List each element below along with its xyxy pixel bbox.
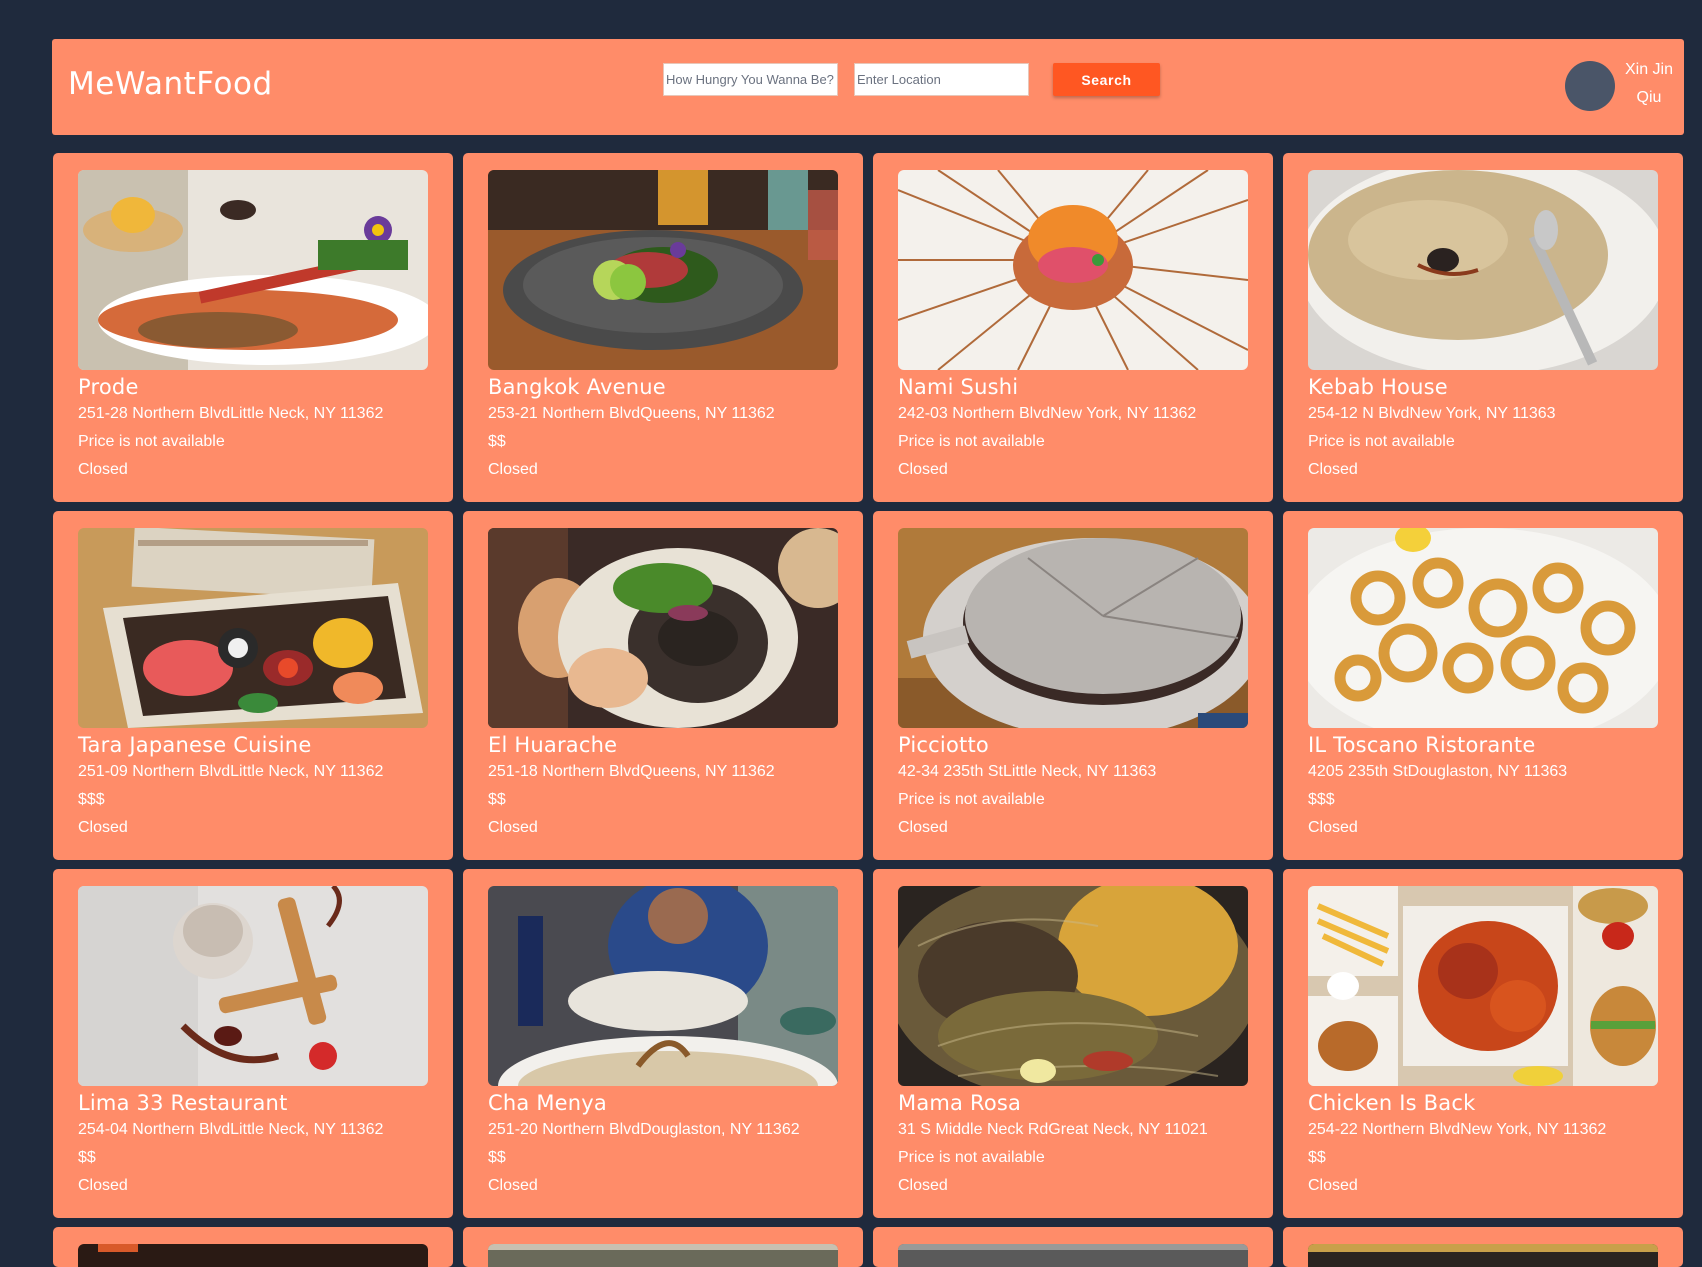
- restaurant-address: 251-18 Northern BlvdQueens, NY 11362: [488, 763, 775, 780]
- restaurant-price: $$: [1308, 1149, 1326, 1166]
- restaurant-price: $$: [78, 1149, 96, 1166]
- restaurant-card[interactable]: Bangkok Avenue 253-21 Northern BlvdQueen…: [463, 153, 863, 502]
- restaurant-card[interactable]: Picciotto 42-34 235th StLittle Neck, NY …: [873, 511, 1273, 860]
- restaurant-address: 4205 235th StDouglaston, NY 11363: [1308, 763, 1568, 780]
- restaurant-address: 253-21 Northern BlvdQueens, NY 11362: [488, 405, 775, 422]
- restaurant-card[interactable]: Lima 33 Restaurant 254-04 Northern BlvdL…: [53, 869, 453, 1218]
- sushi-box-photo[interactable]: [78, 528, 428, 728]
- restaurant-status: Closed: [898, 461, 948, 478]
- restaurant-address: 254-22 Northern BlvdNew York, NY 11362: [1308, 1121, 1607, 1138]
- restaurant-address: 251-09 Northern BlvdLittle Neck, NY 1136…: [78, 763, 384, 780]
- ice-cream-dessert-photo[interactable]: [78, 886, 428, 1086]
- brand-logo[interactable]: MeWantFood: [68, 66, 273, 102]
- plate-with-lime-photo[interactable]: [488, 170, 838, 370]
- restaurant-status: Closed: [898, 1177, 948, 1194]
- hunger-search-input[interactable]: [663, 63, 838, 96]
- restaurant-grid: Prode 251-28 Northern BlvdLittle Neck, N…: [53, 153, 1683, 1267]
- restaurant-name[interactable]: Lima 33 Restaurant: [78, 1090, 288, 1116]
- restaurant-status: Closed: [78, 819, 128, 836]
- sugar-cake-photo[interactable]: [898, 528, 1248, 728]
- restaurant-card[interactable]: IL Toscano Ristorante 4205 235th StDougl…: [1283, 511, 1683, 860]
- restaurant-photo[interactable]: [1308, 1244, 1658, 1267]
- restaurant-card[interactable]: [463, 1227, 863, 1267]
- restaurant-address: 254-12 N BlvdNew York, NY 11363: [1308, 405, 1556, 422]
- restaurant-status: Closed: [78, 461, 128, 478]
- restaurant-card[interactable]: Chicken Is Back 254-22 Northern BlvdNew …: [1283, 869, 1683, 1218]
- restaurant-status: Closed: [488, 461, 538, 478]
- restaurant-price: $$: [488, 791, 506, 808]
- restaurant-status: Closed: [488, 1177, 538, 1194]
- search-button[interactable]: Search: [1053, 63, 1160, 96]
- restaurant-price: Price is not available: [898, 791, 1045, 808]
- restaurant-photo[interactable]: [78, 1244, 428, 1267]
- restaurant-name[interactable]: Nami Sushi: [898, 374, 1018, 400]
- fried-chicken-spread-photo[interactable]: [1308, 886, 1658, 1086]
- restaurant-address: 42-34 235th StLittle Neck, NY 11363: [898, 763, 1157, 780]
- restaurant-name[interactable]: Mama Rosa: [898, 1090, 1021, 1116]
- restaurant-name[interactable]: Picciotto: [898, 732, 989, 758]
- grilled-seafood-photo[interactable]: [78, 170, 428, 370]
- restaurant-name[interactable]: Prode: [78, 374, 139, 400]
- restaurant-name[interactable]: IL Toscano Ristorante: [1308, 732, 1535, 758]
- restaurant-card[interactable]: El Huarache 251-18 Northern BlvdQueens, …: [463, 511, 863, 860]
- restaurant-price: $$$: [1308, 791, 1335, 808]
- hummus-bowl-photo[interactable]: [1308, 170, 1658, 370]
- restaurant-card[interactable]: [1283, 1227, 1683, 1267]
- restaurant-address: 251-28 Northern BlvdLittle Neck, NY 1136…: [78, 405, 384, 422]
- ramen-bowl-photo[interactable]: [488, 886, 838, 1086]
- restaurant-price: Price is not available: [1308, 433, 1455, 450]
- restaurant-card[interactable]: [53, 1227, 453, 1267]
- user-name: Xin Jin Qiu: [1624, 61, 1674, 106]
- restaurant-name[interactable]: El Huarache: [488, 732, 617, 758]
- restaurant-price: Price is not available: [898, 433, 1045, 450]
- restaurant-status: Closed: [78, 1177, 128, 1194]
- restaurant-card[interactable]: [873, 1227, 1273, 1267]
- restaurant-card[interactable]: Kebab House 254-12 N BlvdNew York, NY 11…: [1283, 153, 1683, 502]
- restaurant-card[interactable]: Mama Rosa 31 S Middle Neck RdGreat Neck,…: [873, 869, 1273, 1218]
- restaurant-card[interactable]: Tara Japanese Cuisine 251-09 Northern Bl…: [53, 511, 453, 860]
- restaurant-price: Price is not available: [78, 433, 225, 450]
- restaurant-photo[interactable]: [898, 1244, 1248, 1267]
- restaurant-address: 254-04 Northern BlvdLittle Neck, NY 1136…: [78, 1121, 384, 1138]
- restaurant-name[interactable]: Chicken Is Back: [1308, 1090, 1475, 1116]
- restaurant-address: 251-20 Northern BlvdDouglaston, NY 11362: [488, 1121, 800, 1138]
- restaurant-status: Closed: [1308, 819, 1358, 836]
- restaurant-price: $$: [488, 433, 506, 450]
- restaurant-price: Price is not available: [898, 1149, 1045, 1166]
- user-avatar[interactable]: [1565, 61, 1615, 111]
- restaurant-status: Closed: [1308, 1177, 1358, 1194]
- restaurant-address: 242-03 Northern BlvdNew York, NY 11362: [898, 405, 1197, 422]
- restaurant-name[interactable]: Cha Menya: [488, 1090, 607, 1116]
- restaurant-card[interactable]: Nami Sushi 242-03 Northern BlvdNew York,…: [873, 153, 1273, 502]
- restaurant-status: Closed: [1308, 461, 1358, 478]
- restaurant-card[interactable]: Cha Menya 251-20 Northern BlvdDouglaston…: [463, 869, 863, 1218]
- uni-sushi-photo[interactable]: [898, 170, 1248, 370]
- restaurant-card[interactable]: Prode 251-28 Northern BlvdLittle Neck, N…: [53, 153, 453, 502]
- restaurant-price: $$: [488, 1149, 506, 1166]
- restaurant-status: Closed: [898, 819, 948, 836]
- restaurant-name[interactable]: Tara Japanese Cuisine: [78, 732, 311, 758]
- restaurant-photo[interactable]: [488, 1244, 838, 1267]
- fried-calamari-photo[interactable]: [1308, 528, 1658, 728]
- restaurant-status: Closed: [488, 819, 538, 836]
- top-nav-bar: MeWantFood Search Xin Jin Qiu: [52, 39, 1684, 135]
- restaurant-name[interactable]: Kebab House: [1308, 374, 1448, 400]
- sandwich-photo[interactable]: [488, 528, 838, 728]
- restaurant-name[interactable]: Bangkok Avenue: [488, 374, 666, 400]
- restaurant-price: $$$: [78, 791, 105, 808]
- restaurant-address: 31 S Middle Neck RdGreat Neck, NY 11021: [898, 1121, 1208, 1138]
- location-input[interactable]: [854, 63, 1029, 96]
- takeout-rice-beef-photo[interactable]: [898, 886, 1248, 1086]
